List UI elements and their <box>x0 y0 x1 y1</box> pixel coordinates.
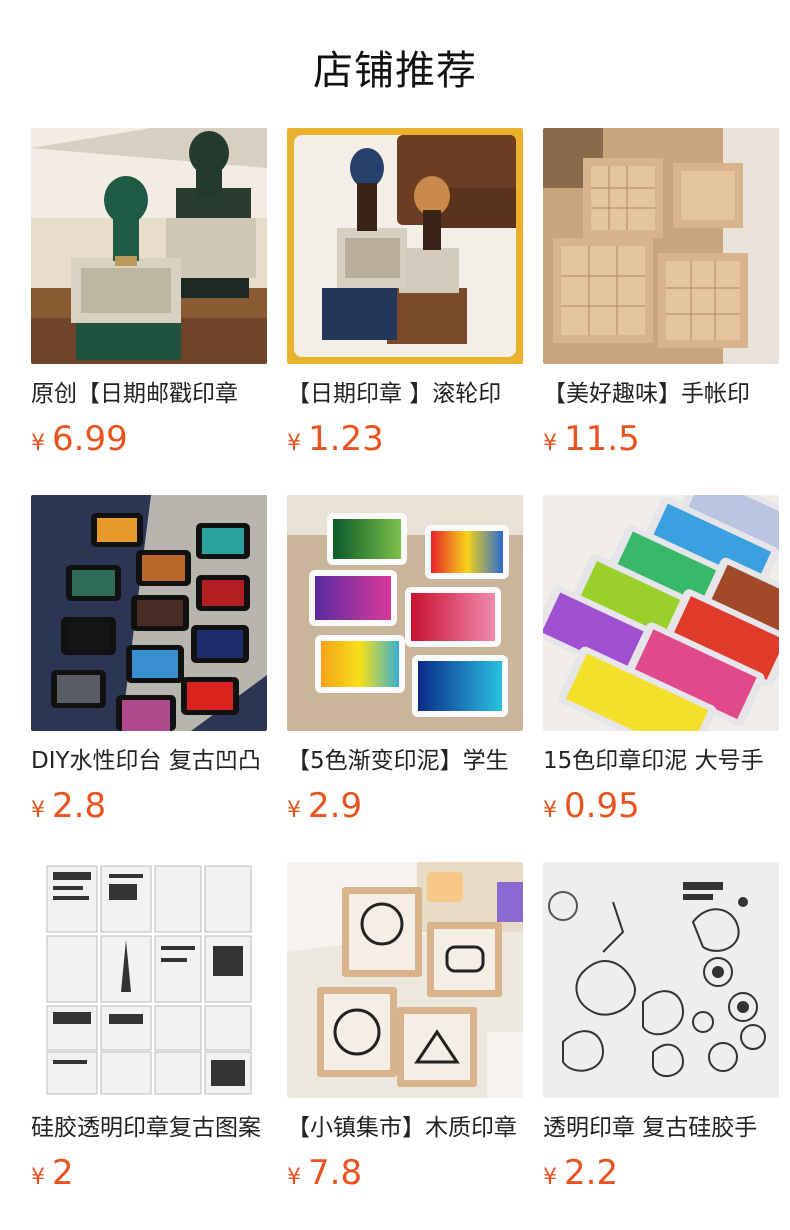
product-name[interactable]: 【小镇集市】木质印章 <box>287 1112 523 1144</box>
product-price: ¥2.8 <box>31 786 267 826</box>
currency-symbol: ¥ <box>543 431 557 456</box>
product-card[interactable]: 15色印章印泥 大号手 ¥0.95 <box>543 495 779 862</box>
product-name[interactable]: 透明印章 复古硅胶手 <box>543 1112 779 1144</box>
price-value: 1.23 <box>308 419 384 459</box>
product-name[interactable]: 原创【日期邮戳印章 <box>31 378 267 410</box>
product-card[interactable]: 原创【日期邮戳印章 ¥6.99 <box>31 128 267 495</box>
product-price: ¥2 <box>31 1153 267 1193</box>
product-image-clear-floral-stamps[interactable] <box>543 862 779 1098</box>
product-image-wooden-stamp-sets[interactable] <box>543 128 779 364</box>
product-price: ¥7.8 <box>287 1153 523 1193</box>
product-name[interactable]: 【日期印章 】滚轮印 <box>287 378 523 410</box>
product-name[interactable]: 【美好趣味】手帐印 <box>543 378 779 410</box>
product-name[interactable]: 【5色渐变印泥】学生 <box>287 745 523 777</box>
product-image-gradient-ink-pads[interactable] <box>287 495 523 731</box>
price-value: 2.8 <box>52 786 107 826</box>
product-price: ¥2.2 <box>543 1153 779 1193</box>
product-image-ink-pads[interactable] <box>31 495 267 731</box>
currency-symbol: ¥ <box>287 798 301 823</box>
product-price: ¥1.23 <box>287 419 523 459</box>
product-image-cartoon-wood-stamps[interactable] <box>287 862 523 1098</box>
product-price: ¥2.9 <box>287 786 523 826</box>
product-card[interactable]: 透明印章 复古硅胶手 ¥2.2 <box>543 862 779 1229</box>
price-value: 0.95 <box>564 786 640 826</box>
currency-symbol: ¥ <box>31 431 45 456</box>
product-grid: 原创【日期邮戳印章 ¥6.99 【日期印章 】滚轮印 ¥ 1.23 【美好趣味】… <box>31 128 790 1229</box>
currency-symbol: ¥ <box>543 1165 557 1190</box>
price-value: 2 <box>52 1153 74 1193</box>
product-card[interactable]: 【日期印章 】滚轮印 ¥1.23 <box>287 128 523 495</box>
price-value: 6.99 <box>52 419 128 459</box>
product-price: ¥6.99 <box>31 419 267 459</box>
product-image-date-stamps-navy[interactable] <box>287 128 523 364</box>
product-image-date-stamps-green[interactable] <box>31 128 267 364</box>
currency-symbol: ¥ <box>287 1165 301 1190</box>
product-card[interactable]: 【美好趣味】手帐印 ¥11.5 <box>543 128 779 495</box>
product-name[interactable]: 硅胶透明印章复古图案 <box>31 1112 267 1144</box>
price-value: 2.2 <box>564 1153 619 1193</box>
shop-recommendations-page: 店铺推荐 原创【日期邮戳印章 ¥ 6.99 【日期印章 】滚轮印 ¥ 1.23 … <box>0 0 790 1230</box>
product-card[interactable]: 【5色渐变印泥】学生 ¥2.9 <box>287 495 523 862</box>
product-image-rainbow-ink-pads[interactable] <box>543 495 779 731</box>
product-name[interactable]: DIY水性印台 复古凹凸 <box>31 745 267 777</box>
price-value: 11.5 <box>564 419 640 459</box>
product-card[interactable]: 【小镇集市】木质印章 ¥7.8 <box>287 862 523 1229</box>
price-value: 2.9 <box>308 786 363 826</box>
product-card[interactable]: 硅胶透明印章复古图案 ¥2 <box>31 862 267 1229</box>
section-title: 店铺推荐 <box>313 48 477 94</box>
currency-symbol: ¥ <box>31 1165 45 1190</box>
currency-symbol: ¥ <box>31 798 45 823</box>
product-name[interactable]: 15色印章印泥 大号手 <box>543 745 779 777</box>
product-price: ¥0.95 <box>543 786 779 826</box>
currency-symbol: ¥ <box>287 431 301 456</box>
product-card[interactable]: DIY水性印台 复古凹凸 ¥2.8 <box>31 495 267 862</box>
price-value: 7.8 <box>308 1153 363 1193</box>
product-price: ¥11.5 <box>543 419 779 459</box>
currency-symbol: ¥ <box>543 798 557 823</box>
product-image-clear-stamp-sheets[interactable] <box>31 862 267 1098</box>
